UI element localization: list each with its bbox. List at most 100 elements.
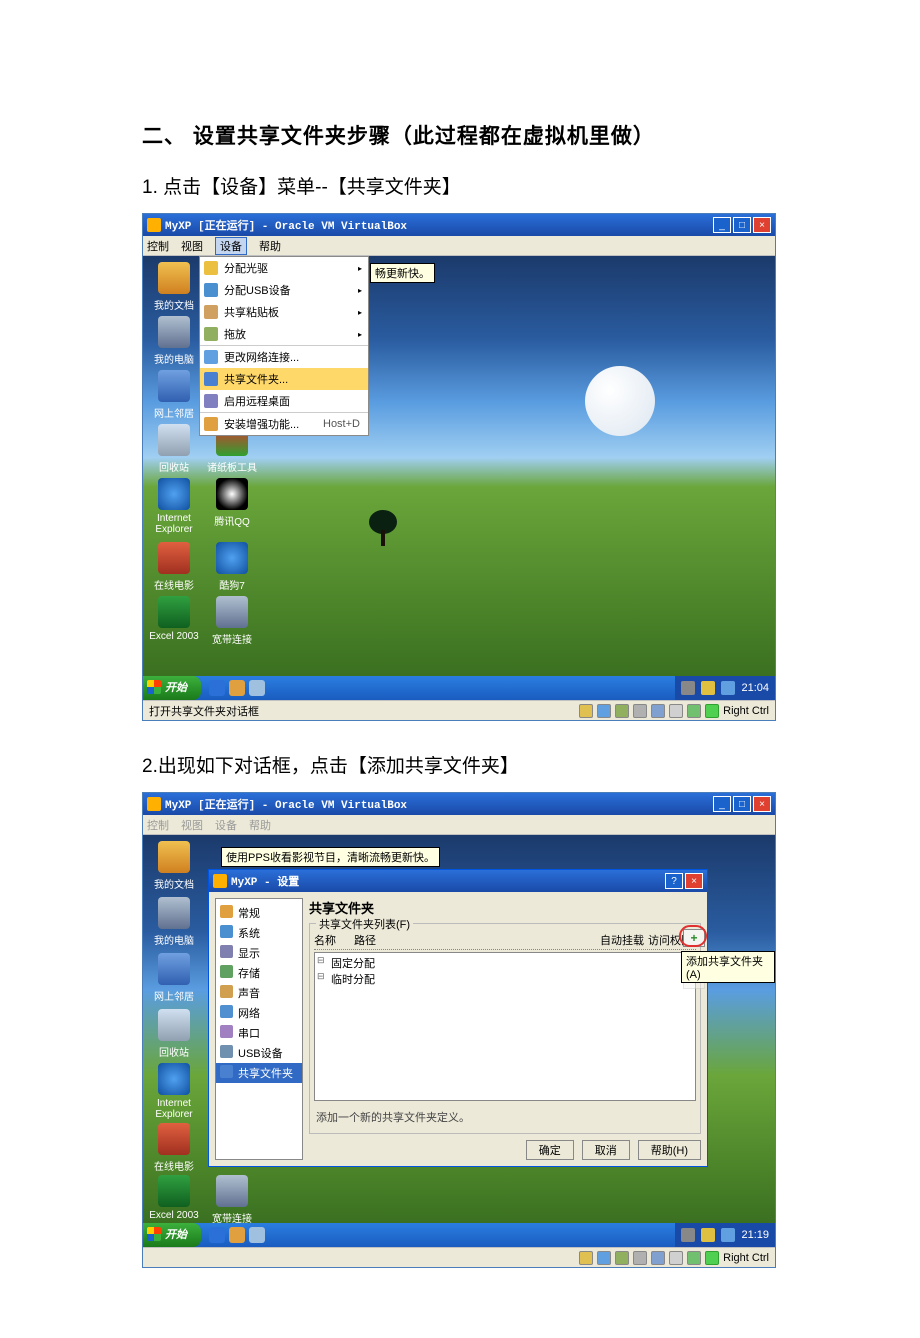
menu-help[interactable]: 帮助	[259, 238, 281, 254]
desktop-icon-mydocs[interactable]: 我的文档	[149, 841, 199, 891]
tree-fixed[interactable]: 固定分配	[317, 955, 693, 971]
minimize-button[interactable]: _	[713, 796, 731, 812]
tray-net-icon[interactable]	[721, 1228, 735, 1242]
menu-item-clipboard[interactable]: 共享粘贴板▸	[200, 301, 368, 323]
desktop-icon-kugou[interactable]: 酷狗7	[207, 542, 257, 592]
maximize-button[interactable]: □	[733, 796, 751, 812]
desktop-icon-movie[interactable]: 在线电影	[149, 542, 199, 592]
sidebar-item-usb[interactable]: USB设备	[216, 1043, 302, 1063]
status-net-icon[interactable]	[615, 1251, 629, 1265]
desktop-icon-mycomputer[interactable]: 我的电脑	[149, 897, 199, 947]
computer-icon	[158, 897, 190, 929]
tray-net-icon[interactable]	[721, 681, 735, 695]
status-usb-icon[interactable]	[633, 704, 647, 718]
menu-item-drag[interactable]: 拖放▸	[200, 323, 368, 345]
status-cd-icon[interactable]	[579, 1251, 593, 1265]
status-display-icon[interactable]	[669, 704, 683, 718]
desktop-icon-network[interactable]: 网上邻居	[149, 370, 199, 420]
sidebar-item-display[interactable]: 显示	[216, 943, 302, 963]
status-hd-icon[interactable]	[597, 704, 611, 718]
desktop-icon-ie[interactable]: Internet Explorer	[149, 478, 199, 535]
menu-devices[interactable]: 设备	[215, 817, 237, 833]
status-hd-icon[interactable]	[597, 1251, 611, 1265]
desktop-icon-qq[interactable]: 腾讯QQ	[207, 478, 257, 528]
menu-item-network[interactable]: 更改网络连接...	[200, 345, 368, 368]
desktop-icon-mycomputer[interactable]: 我的电脑	[149, 316, 199, 366]
status-sf-icon[interactable]	[651, 1251, 665, 1265]
excel-icon	[158, 596, 190, 628]
folders-tree[interactable]: 固定分配 临时分配	[314, 952, 696, 1101]
help-button[interactable]: 帮助(H)	[638, 1140, 701, 1160]
ql-ie-icon[interactable]	[209, 1227, 225, 1243]
system-tray: 21:19	[675, 1223, 775, 1247]
desktop-icon-broadband[interactable]: 宽带连接	[207, 1175, 257, 1223]
desktop-icon-movie[interactable]: 在线电影	[149, 1123, 199, 1173]
start-button[interactable]: 开始	[143, 676, 201, 700]
desktop-icon-ie[interactable]: Internet Explorer	[149, 1063, 199, 1120]
sidebar-item-system[interactable]: 系统	[216, 923, 302, 943]
network-places-icon	[158, 370, 190, 402]
desktop-icon-recycle[interactable]: 回收站	[149, 424, 199, 474]
menu-control[interactable]: 控制	[147, 238, 169, 254]
sidebar-item-shared-folders[interactable]: 共享文件夹	[216, 1063, 302, 1083]
tray-lang-icon[interactable]	[681, 1228, 695, 1242]
menu-item-rdp[interactable]: 启用远程桌面	[200, 390, 368, 412]
sidebar-item-storage[interactable]: 存储	[216, 963, 302, 983]
tray-lang-icon[interactable]	[681, 681, 695, 695]
start-button[interactable]: 开始	[143, 1223, 201, 1247]
cancel-button[interactable]: 取消	[582, 1140, 630, 1160]
status-mouse-icon[interactable]	[687, 704, 701, 718]
help-button[interactable]: ?	[665, 873, 683, 889]
tree-graphic	[363, 508, 403, 548]
status-usb-icon[interactable]	[633, 1251, 647, 1265]
menu-item-shared-folders[interactable]: 共享文件夹...	[200, 368, 368, 390]
section-heading: 二、 设置共享文件夹步骤（此过程都在虚拟机里做）	[142, 120, 778, 150]
status-mouse-icon[interactable]	[687, 1251, 701, 1265]
window-titlebar-2[interactable]: MyXP [正在运行] - Oracle VM VirtualBox _ □ ×	[143, 793, 775, 815]
tree-temp[interactable]: 临时分配	[317, 971, 693, 987]
ql-explorer-icon[interactable]	[229, 680, 245, 696]
step-1-text: 1. 点击【设备】菜单--【共享文件夹】	[142, 172, 778, 199]
menu-view[interactable]: 视图	[181, 238, 203, 254]
tray-shield-icon[interactable]	[701, 1228, 715, 1242]
desktop-icon-recycle[interactable]: 回收站	[149, 1009, 199, 1059]
desktop-icon-excel[interactable]: Excel 2003	[149, 596, 199, 642]
cd-icon	[204, 261, 218, 275]
ql-explorer-icon[interactable]	[229, 1227, 245, 1243]
col-name[interactable]: 名称	[314, 932, 354, 948]
menu-item-guest-additions[interactable]: 安装增强功能...Host+D	[200, 412, 368, 435]
display-icon	[220, 945, 233, 958]
col-path[interactable]: 路径	[354, 932, 600, 948]
menu-item-cd[interactable]: 分配光驱▸	[200, 257, 368, 279]
window-titlebar[interactable]: MyXP [正在运行] - Oracle VM VirtualBox _ □ ×	[143, 214, 775, 236]
status-net-icon[interactable]	[615, 704, 629, 718]
maximize-button[interactable]: □	[733, 217, 751, 233]
menu-control[interactable]: 控制	[147, 817, 169, 833]
menu-help[interactable]: 帮助	[249, 817, 271, 833]
menu-view[interactable]: 视图	[181, 817, 203, 833]
sidebar-item-general[interactable]: 常规	[216, 903, 302, 923]
desktop-icon-network[interactable]: 网上邻居	[149, 953, 199, 1003]
ok-button[interactable]: 确定	[526, 1140, 574, 1160]
sidebar-item-network[interactable]: 网络	[216, 1003, 302, 1023]
close-button[interactable]: ×	[685, 873, 703, 889]
close-button[interactable]: ×	[753, 217, 771, 233]
sidebar-item-serial[interactable]: 串口	[216, 1023, 302, 1043]
ql-desktop-icon[interactable]	[249, 680, 265, 696]
ql-ie-icon[interactable]	[209, 680, 225, 696]
status-sf-icon[interactable]	[651, 704, 665, 718]
menu-devices[interactable]: 设备	[215, 237, 247, 255]
status-cd-icon[interactable]	[579, 704, 593, 718]
tray-shield-icon[interactable]	[701, 681, 715, 695]
desktop-icon-broadband[interactable]: 宽带连接	[207, 596, 257, 646]
ql-desktop-icon[interactable]	[249, 1227, 265, 1243]
sidebar-item-audio[interactable]: 声音	[216, 983, 302, 1003]
status-display-icon[interactable]	[669, 1251, 683, 1265]
desktop-icon-mydocs[interactable]: 我的文档	[149, 262, 199, 312]
minimize-button[interactable]: _	[713, 217, 731, 233]
desktop-icon-excel[interactable]: Excel 2003	[149, 1175, 199, 1221]
menu-item-usb[interactable]: 分配USB设备▸	[200, 279, 368, 301]
close-button[interactable]: ×	[753, 796, 771, 812]
col-auto[interactable]: 自动挂载	[600, 932, 648, 948]
audio-icon	[220, 985, 233, 998]
